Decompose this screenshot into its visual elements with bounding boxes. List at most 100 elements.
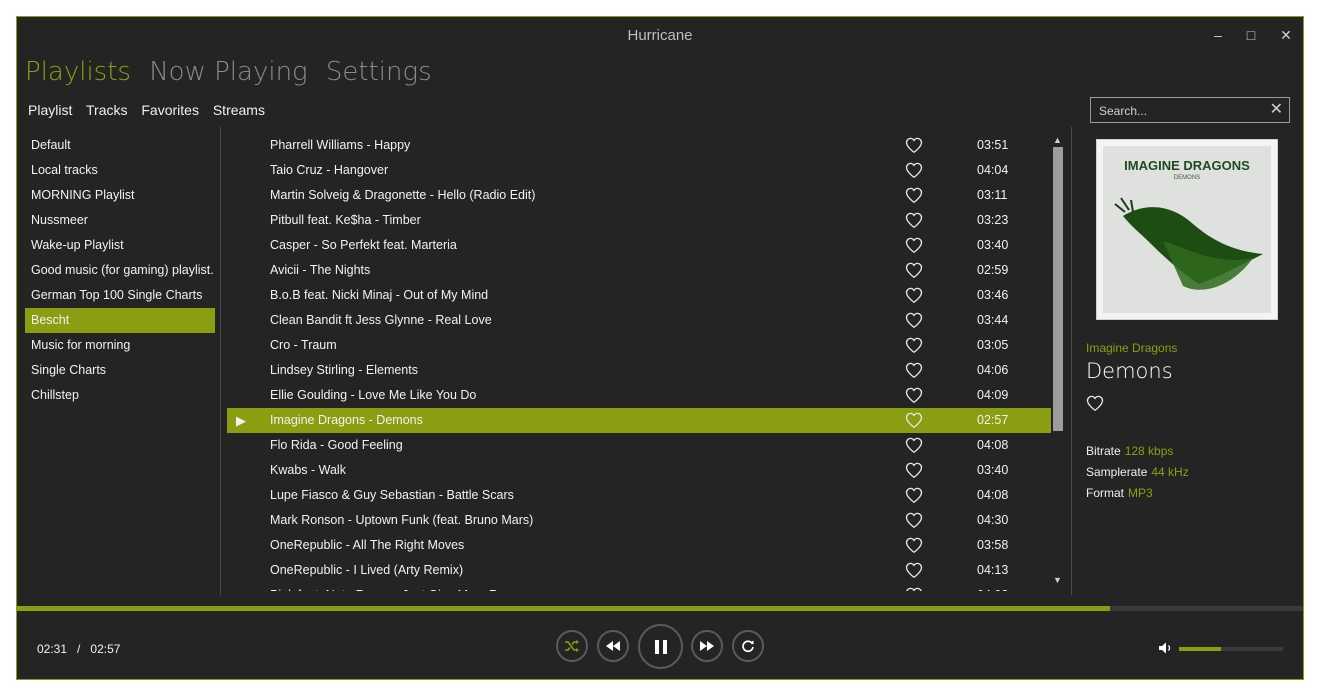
- heart-icon[interactable]: [1086, 395, 1104, 412]
- current-time: 02:31: [37, 642, 68, 656]
- heart-icon[interactable]: [905, 387, 923, 404]
- track-duration: 03:23: [977, 213, 1009, 227]
- previous-icon: [606, 641, 620, 651]
- heart-icon[interactable]: [905, 287, 923, 304]
- track-duration: 04:09: [977, 388, 1009, 402]
- track-row[interactable]: Lindsey Stirling - Elements 04:06: [227, 358, 1051, 383]
- playlist-item[interactable]: Good music (for gaming) playlist.: [25, 258, 215, 283]
- playlist-item[interactable]: Local tracks: [25, 158, 215, 183]
- heart-icon[interactable]: [905, 262, 923, 279]
- heart-icon[interactable]: [905, 512, 923, 529]
- track-list: Pharrell Williams - Happy 03:51 Taio Cruz …: [227, 133, 1051, 591]
- heart-icon[interactable]: [905, 162, 923, 179]
- pause-button[interactable]: [638, 624, 683, 669]
- track-name: Casper - So Perfekt feat. Marteria: [270, 238, 457, 252]
- next-button[interactable]: [691, 630, 723, 662]
- track-row[interactable]: Clean Bandit ft Jess Glynne - Real Love 0…: [227, 308, 1051, 333]
- track-row[interactable]: OneRepublic - All The Right Moves 03:58: [227, 533, 1051, 558]
- playlist-item[interactable]: Wake-up Playlist: [25, 233, 215, 258]
- tab-now-playing[interactable]: Now Playing: [149, 57, 307, 87]
- heart-icon[interactable]: [905, 187, 923, 204]
- playlist-item[interactable]: Music for morning: [25, 333, 215, 358]
- heart-icon[interactable]: [905, 237, 923, 254]
- app-window: Hurricane – □ ✕ Playlists Now Playing Se…: [16, 16, 1304, 680]
- track-row[interactable]: B.o.B feat. Nicki Minaj - Out of My Mind…: [227, 283, 1051, 308]
- heart-icon[interactable]: [905, 362, 923, 379]
- bitrate-label: Bitrate: [1086, 444, 1121, 458]
- playlist-item[interactable]: Nussmeer: [25, 208, 215, 233]
- tab-playlist[interactable]: Playlist: [28, 102, 72, 118]
- cover-figure: [1114, 197, 1263, 290]
- repeat-button[interactable]: [732, 630, 764, 662]
- clear-search-icon[interactable]: ✕: [1270, 100, 1283, 120]
- sub-nav: Playlist Tracks Favorites Streams: [28, 102, 275, 118]
- track-name: Cro - Traum: [270, 338, 337, 352]
- track-row[interactable]: Taio Cruz - Hangover 04:04: [227, 158, 1051, 183]
- track-row[interactable]: Casper - So Perfekt feat. Marteria 03:40: [227, 233, 1051, 258]
- scrollbar-thumb[interactable]: [1053, 147, 1063, 431]
- tab-tracks[interactable]: Tracks: [86, 102, 127, 118]
- track-duration: 04:06: [977, 363, 1009, 377]
- track-row[interactable]: Kwabs - Walk 03:40: [227, 458, 1051, 483]
- track-row[interactable]: Martin Solveig & Dragonette - Hello (Rad…: [227, 183, 1051, 208]
- track-row[interactable]: ▶ Imagine Dragons - Demons 02:57: [227, 408, 1051, 433]
- heart-icon[interactable]: [905, 212, 923, 229]
- previous-button[interactable]: [597, 630, 629, 662]
- track-row[interactable]: OneRepublic - I Lived (Arty Remix) 04:13: [227, 558, 1051, 583]
- heart-icon[interactable]: [905, 587, 923, 591]
- heart-icon[interactable]: [905, 487, 923, 504]
- close-button[interactable]: ✕: [1274, 23, 1298, 47]
- maximize-button[interactable]: □: [1239, 23, 1263, 47]
- track-name: OneRepublic - I Lived (Arty Remix): [270, 563, 464, 577]
- track-name: Flo Rida - Good Feeling: [270, 438, 403, 452]
- playback-progress-bar[interactable]: [17, 606, 1303, 611]
- volume-icon[interactable]: [1158, 641, 1174, 655]
- heart-icon[interactable]: [905, 462, 923, 479]
- search-input[interactable]: [1097, 101, 1261, 121]
- track-row[interactable]: Mark Ronson - Uptown Funk (feat. Bruno M…: [227, 508, 1051, 533]
- track-name: OneRepublic - All The Right Moves: [270, 538, 465, 552]
- track-row[interactable]: Ellie Goulding - Love Me Like You Do 04:0…: [227, 383, 1051, 408]
- track-name: Clean Bandit ft Jess Glynne - Real Love: [270, 313, 492, 327]
- tab-streams[interactable]: Streams: [213, 102, 265, 118]
- tab-settings[interactable]: Settings: [326, 57, 432, 87]
- heart-icon[interactable]: [905, 562, 923, 579]
- shuffle-button[interactable]: [556, 630, 588, 662]
- playlist-item[interactable]: Chillstep: [25, 383, 215, 408]
- heart-icon[interactable]: [905, 437, 923, 454]
- playlist-item[interactable]: Single Charts: [25, 358, 215, 383]
- volume-slider[interactable]: [1179, 647, 1283, 651]
- track-row[interactable]: Pitbull feat. Ke$ha - Timber 03:23: [227, 208, 1051, 233]
- heart-icon[interactable]: [905, 337, 923, 354]
- track-row[interactable]: Pink feat. Nate Ruess - Just Give Me a R…: [227, 583, 1051, 591]
- pause-icon: [654, 639, 667, 654]
- tab-playlists[interactable]: Playlists: [25, 57, 131, 87]
- playlist-item[interactable]: MORNING Playlist: [25, 183, 215, 208]
- track-name: Mark Ronson - Uptown Funk (feat. Bruno M…: [270, 513, 534, 527]
- heart-icon[interactable]: [905, 312, 923, 329]
- scroll-down-arrow-icon[interactable]: ▼: [1053, 575, 1062, 585]
- playlist-item[interactable]: Bescht: [25, 308, 215, 333]
- track-row[interactable]: Pharrell Williams - Happy 03:51: [227, 133, 1051, 158]
- track-row[interactable]: Avicii - The Nights 02:59: [227, 258, 1051, 283]
- track-name: Pharrell Williams - Happy: [270, 138, 411, 152]
- divider: [1071, 127, 1072, 595]
- playlist-item[interactable]: German Top 100 Single Charts: [25, 283, 215, 308]
- playlist-item[interactable]: Default: [25, 133, 215, 158]
- track-duration: 03:40: [977, 238, 1009, 252]
- track-duration: 03:11: [977, 188, 1008, 202]
- heart-icon[interactable]: [905, 537, 923, 554]
- total-time: 02:57: [90, 642, 121, 656]
- track-row[interactable]: Cro - Traum 03:05: [227, 333, 1051, 358]
- track-duration: 03:40: [977, 463, 1009, 477]
- tab-favorites[interactable]: Favorites: [141, 102, 199, 118]
- heart-icon[interactable]: [905, 412, 923, 429]
- minimize-button[interactable]: –: [1206, 23, 1230, 47]
- scroll-up-arrow-icon[interactable]: ▲: [1053, 135, 1062, 145]
- samplerate-info: Samplerate 44 kHz: [1086, 465, 1189, 479]
- track-row[interactable]: Lupe Fiasco & Guy Sebastian - Battle Sca…: [227, 483, 1051, 508]
- samplerate-label: Samplerate: [1086, 465, 1148, 479]
- track-row[interactable]: Flo Rida - Good Feeling 04:08: [227, 433, 1051, 458]
- heart-icon[interactable]: [905, 137, 923, 154]
- track-duration: 04:04: [977, 163, 1009, 177]
